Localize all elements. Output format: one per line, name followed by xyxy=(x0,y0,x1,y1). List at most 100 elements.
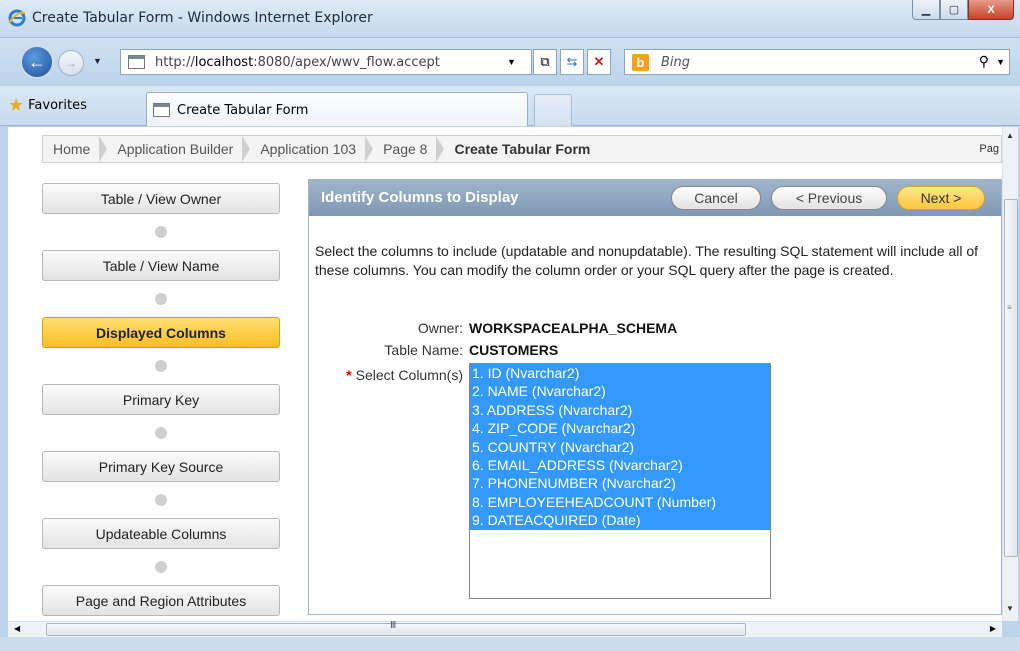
search-placeholder: Bing xyxy=(661,55,691,70)
scroll-grip-icon: III xyxy=(390,620,396,631)
column-option[interactable]: 2. NAME (Nvarchar2) xyxy=(470,382,770,401)
step-dot-icon xyxy=(155,360,167,372)
breadcrumb-separator xyxy=(242,136,251,162)
scroll-grip-icon: ≡ xyxy=(1007,303,1012,312)
breadcrumb-overflow-text: Pag xyxy=(979,143,999,155)
breadcrumb-application[interactable]: Application 103 xyxy=(250,136,374,162)
column-option[interactable]: 8. EMPLOYEEHEADCOUNT (Number) xyxy=(470,492,770,512)
horizontal-scroll-thumb[interactable] xyxy=(46,623,746,636)
wizard-step-page-region-attributes[interactable]: Page and Region Attributes xyxy=(42,585,280,616)
bing-logo-icon: b xyxy=(632,54,649,71)
next-button[interactable]: Next > xyxy=(897,186,985,210)
select-columns-label-wrap: * Select Column(s) xyxy=(309,367,463,383)
select-columns-listbox[interactable]: 1. ID (Nvarchar2) 2. NAME (Nvarchar2) 3.… xyxy=(469,363,771,599)
favorites-button[interactable]: ★ Favorites xyxy=(8,95,87,116)
window-titlebar: Create Tabular Form - Windows Internet E… xyxy=(0,0,1020,38)
breadcrumb-separator xyxy=(436,136,445,162)
step-dot-icon xyxy=(155,494,167,506)
url-text[interactable]: http://localhost:8080/apex/wwv_flow.acce… xyxy=(155,55,440,70)
search-icon[interactable]: ⚲ xyxy=(979,53,989,70)
wizard-steps: Table / View Owner Table / View Name Dis… xyxy=(42,183,280,616)
column-option[interactable]: 5. COUNTRY (Nvarchar2) xyxy=(470,437,770,456)
browser-tab[interactable]: Create Tabular Form xyxy=(146,92,528,126)
address-bar[interactable]: http://localhost:8080/apex/wwv_flow.acce… xyxy=(120,49,532,75)
wizard-step-primary-key-source[interactable]: Primary Key Source xyxy=(42,451,280,482)
previous-button[interactable]: < Previous xyxy=(771,186,887,210)
select-columns-label: Select Column(s) xyxy=(355,367,463,383)
vertical-scroll-thumb[interactable] xyxy=(1004,199,1018,557)
breadcrumb-page[interactable]: Page 8 xyxy=(373,136,445,162)
step-connector xyxy=(42,348,280,384)
column-option[interactable]: 3. ADDRESS (Nvarchar2) xyxy=(470,400,770,420)
tab-title: Create Tabular Form xyxy=(177,103,309,118)
scroll-right-icon[interactable]: ▶ xyxy=(990,624,996,633)
breadcrumb: Home Application Builder Application 103… xyxy=(42,135,1002,163)
address-dropdown-icon[interactable]: ▼ xyxy=(507,57,516,67)
region-instructions: Select the columns to include (updatable… xyxy=(315,243,979,278)
wizard-step-table-view-name[interactable]: Table / View Name xyxy=(42,250,280,281)
select-columns-row: * Select Column(s) xyxy=(309,367,467,387)
tab-page-icon xyxy=(153,103,170,117)
step-dot-icon xyxy=(155,561,167,573)
region-header: Identify Columns to Display Cancel < Pre… xyxy=(309,180,1001,216)
back-button[interactable]: ← xyxy=(20,45,54,79)
wizard-step-table-view-owner[interactable]: Table / View Owner xyxy=(42,183,280,214)
scroll-down-icon[interactable]: ▼ xyxy=(1006,604,1014,613)
step-dot-icon xyxy=(155,226,167,238)
identify-columns-region: Identify Columns to Display Cancel < Pre… xyxy=(308,179,1002,615)
horizontal-scrollbar[interactable]: ◀ III ▶ xyxy=(8,620,1002,637)
breadcrumb-separator xyxy=(99,136,108,162)
window-title: Create Tabular Form - Windows Internet E… xyxy=(32,10,373,26)
scroll-up-icon[interactable]: ▲ xyxy=(1006,131,1014,140)
forward-button[interactable]: → xyxy=(58,50,84,76)
maximize-button[interactable]: ▢ xyxy=(940,0,968,20)
column-option[interactable]: 4. ZIP_CODE (Nvarchar2) xyxy=(470,419,770,438)
column-option[interactable]: 9. DATEACQUIRED (Date) xyxy=(470,511,770,530)
column-option[interactable]: 6. EMAIL_ADDRESS (Nvarchar2) xyxy=(470,455,770,475)
column-option[interactable]: 1. ID (Nvarchar2) xyxy=(470,364,770,383)
favorites-bar: ★ Favorites Create Tabular Form xyxy=(0,86,1020,126)
step-dot-icon xyxy=(155,427,167,439)
step-connector xyxy=(42,482,280,518)
step-connector xyxy=(42,214,280,250)
owner-value: WORKSPACEALPHA_SCHEMA xyxy=(469,320,678,336)
status-bar xyxy=(0,637,1020,651)
vertical-scrollbar[interactable]: ▲ ≡ ▼ xyxy=(1002,127,1018,621)
step-connector xyxy=(42,281,280,317)
close-window-button[interactable]: X xyxy=(968,0,1014,20)
star-icon: ★ xyxy=(8,95,25,116)
page-viewport: Home Application Builder Application 103… xyxy=(8,127,1002,621)
breadcrumb-application-builder[interactable]: Application Builder xyxy=(107,136,251,162)
column-option[interactable]: 7. PHONENUMBER (Nvarchar2) xyxy=(470,474,770,493)
navigation-bar: ← → ▼ http://localhost:8080/apex/wwv_flo… xyxy=(0,38,1020,86)
breadcrumb-home[interactable]: Home xyxy=(43,136,108,162)
wizard-step-primary-key[interactable]: Primary Key xyxy=(42,384,280,415)
search-dropdown-icon[interactable]: ▼ xyxy=(996,57,1005,67)
new-tab-button[interactable] xyxy=(534,94,572,126)
wizard-step-updateable-columns[interactable]: Updateable Columns xyxy=(42,518,280,549)
wizard-step-displayed-columns[interactable]: Displayed Columns xyxy=(42,317,280,348)
step-connector xyxy=(42,549,280,585)
table-name-value: CUSTOMERS xyxy=(469,342,559,358)
search-box[interactable]: b Bing ⚲ ▼ xyxy=(624,49,1010,75)
region-title: Identify Columns to Display xyxy=(321,189,519,206)
compatibility-view-icon[interactable]: ⧉ xyxy=(533,49,557,75)
stop-icon[interactable]: ✕ xyxy=(587,49,611,75)
favorites-label: Favorites xyxy=(28,98,87,113)
history-dropdown-icon[interactable]: ▼ xyxy=(93,56,102,66)
refresh-icon[interactable]: ⇆ xyxy=(560,49,584,75)
cancel-button[interactable]: Cancel xyxy=(671,186,761,210)
page-icon xyxy=(128,55,145,69)
internet-explorer-icon xyxy=(8,9,26,27)
owner-label: Owner: xyxy=(417,320,463,336)
step-connector xyxy=(42,415,280,451)
table-name-row: Table Name: CUSTOMERS xyxy=(309,342,999,362)
step-dot-icon xyxy=(155,293,167,305)
breadcrumb-current: Create Tabular Form xyxy=(454,141,591,157)
forward-arrow-icon: → xyxy=(65,56,77,70)
minimize-button[interactable]: ▁ xyxy=(912,0,940,20)
required-marker-icon: * xyxy=(346,367,352,383)
scroll-left-icon[interactable]: ◀ xyxy=(14,624,20,633)
table-name-label: Table Name: xyxy=(384,342,463,358)
window-controls: ▁ ▢ X xyxy=(912,0,1014,22)
